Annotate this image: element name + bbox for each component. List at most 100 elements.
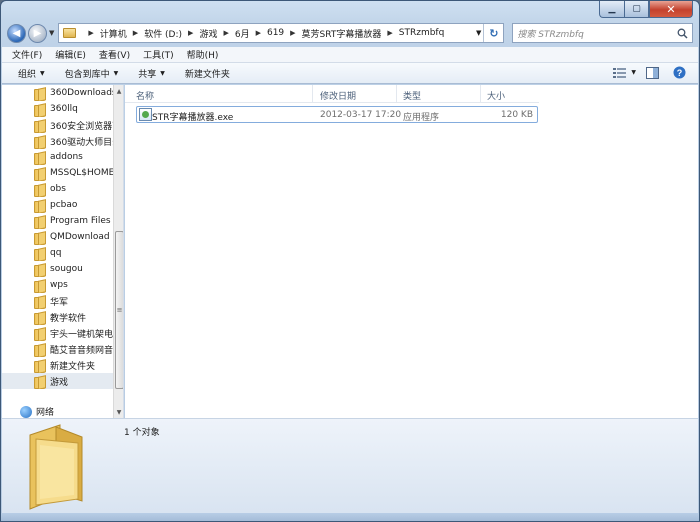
new-folder-button[interactable]: 新建文件夹 xyxy=(185,67,230,80)
folder-icon xyxy=(34,264,45,277)
sidebar-item-label: 酷艾音音频网音效 xyxy=(50,345,113,356)
folder-icon xyxy=(34,280,45,293)
share-label: 共享 xyxy=(138,69,157,80)
sidebar-item[interactable]: pcbao xyxy=(2,197,113,213)
sidebar-item-label: 教学软件 xyxy=(50,313,87,324)
menu-tools[interactable]: 工具(T) xyxy=(143,48,174,61)
folder-icon xyxy=(34,248,45,261)
column-header-row: 名称 修改日期 类型 大小 xyxy=(125,85,539,103)
search-input[interactable]: 搜索 STRzmbfq xyxy=(517,27,675,40)
sidebar-item[interactable]: 宇头一键机架电脑 xyxy=(2,325,113,341)
window-caption-buttons: ▁ ▢ ✕ xyxy=(599,1,693,18)
folder-icon xyxy=(34,200,45,213)
chevron-down-icon: ▼ xyxy=(40,69,45,77)
chevron-right-icon[interactable]: ▶ xyxy=(188,29,193,37)
folder-icon xyxy=(34,136,45,149)
sidebar-item-label: qq xyxy=(50,248,62,258)
breadcrumb-item[interactable]: 6月 xyxy=(235,27,250,40)
sidebar-item-network[interactable]: 网络 xyxy=(20,405,54,418)
sidebar-item-label: 宇头一键机架电脑 xyxy=(50,329,113,340)
sidebar-item[interactable]: MSSQL$HOME xyxy=(2,165,113,181)
chevron-right-icon[interactable]: ▶ xyxy=(256,29,261,37)
breadcrumb-item[interactable]: 莫芳SRT字幕播放器 xyxy=(302,27,382,40)
scrollbar-thumb[interactable]: ≡ xyxy=(115,231,123,389)
view-options-icon[interactable] xyxy=(613,67,627,78)
folder-icon xyxy=(34,216,45,229)
folder-icon xyxy=(34,168,45,181)
sidebar-item[interactable]: 酷艾音音频网音效 xyxy=(2,341,113,357)
chevron-right-icon[interactable]: ▶ xyxy=(88,29,93,37)
menu-view[interactable]: 查看(V) xyxy=(99,48,130,61)
close-button[interactable]: ✕ xyxy=(649,1,693,18)
include-in-library-button[interactable]: 包含到库中 ▼ xyxy=(65,67,119,80)
address-bar[interactable]: ▶ 计算机 ▶ 软件 (D:) ▶ 游戏 ▶ 6月 ▶ 619 ▶ 莫芳SRT字… xyxy=(58,23,505,43)
folder-icon xyxy=(63,28,77,38)
sidebar-item-selected[interactable]: 游戏 xyxy=(2,373,113,389)
column-type[interactable]: 类型 xyxy=(403,89,421,102)
forward-button[interactable]: ▶ xyxy=(28,23,47,43)
scroll-up-icon[interactable]: ▲ xyxy=(114,85,123,97)
breadcrumb-item[interactable]: STRzmbfq xyxy=(399,28,445,38)
sidebar-item[interactable]: 教学软件 xyxy=(2,309,113,325)
column-divider[interactable] xyxy=(312,85,313,103)
chevron-right-icon[interactable]: ▶ xyxy=(133,29,138,37)
file-row[interactable]: STR字幕播放器.exe 2012-03-17 17:20 应用程序 120 K… xyxy=(136,106,538,123)
sidebar-item[interactable]: 华军 xyxy=(2,293,113,309)
column-size[interactable]: 大小 xyxy=(487,89,505,102)
chevron-down-icon: ▼ xyxy=(160,69,165,77)
sidebar-item-label: pcbao xyxy=(50,200,78,210)
chevron-down-icon[interactable]: ▼ xyxy=(631,69,636,76)
breadcrumb-item[interactable]: 计算机 xyxy=(100,27,127,40)
maximize-button[interactable]: ▢ xyxy=(624,1,649,18)
breadcrumb-item[interactable]: 619 xyxy=(267,28,284,38)
sidebar-item-label: MSSQL$HOME xyxy=(50,168,113,178)
breadcrumb-item[interactable]: 软件 (D:) xyxy=(144,27,182,40)
file-type: 应用程序 xyxy=(403,113,440,123)
sidebar-item-label: 360Downloads xyxy=(50,88,113,98)
navigation-row: ◀ ▶ ▼ ▶ 计算机 ▶ 软件 (D:) ▶ 游戏 ▶ 6月 ▶ 619 ▶ … xyxy=(7,21,693,45)
folder-icon xyxy=(34,152,45,165)
menu-help[interactable]: 帮助(H) xyxy=(187,48,219,61)
scroll-down-icon[interactable]: ▼ xyxy=(114,406,123,418)
sidebar-item[interactable]: Program Files ( xyxy=(2,213,113,229)
refresh-icon[interactable]: ↻ xyxy=(483,24,503,42)
recent-pages-dropdown[interactable]: ▼ xyxy=(49,29,54,37)
sidebar-item[interactable]: 360安全浏览器下 xyxy=(2,117,113,133)
sidebar-item[interactable]: QMDownload xyxy=(2,229,113,245)
minimize-button[interactable]: ▁ xyxy=(599,1,624,18)
menu-file[interactable]: 文件(F) xyxy=(12,48,42,61)
sidebar-item[interactable]: 360驱动大师目录 xyxy=(2,133,113,149)
column-modified[interactable]: 修改日期 xyxy=(320,89,356,102)
sidebar-item[interactable]: addons xyxy=(2,149,113,165)
share-button[interactable]: 共享 ▼ xyxy=(138,67,165,80)
chevron-right-icon[interactable]: ▶ xyxy=(290,29,295,37)
preview-pane-icon[interactable] xyxy=(646,66,659,79)
column-divider[interactable] xyxy=(396,85,397,103)
chevron-down-icon[interactable]: ▼ xyxy=(476,29,481,37)
help-icon[interactable]: ? xyxy=(673,66,686,79)
chevron-right-icon[interactable]: ▶ xyxy=(223,29,228,37)
column-name[interactable]: 名称 xyxy=(136,89,154,102)
breadcrumb-item[interactable]: 游戏 xyxy=(199,27,217,40)
sidebar-item[interactable]: 新建文件夹 xyxy=(2,357,113,373)
sidebar-item[interactable]: wps xyxy=(2,277,113,293)
file-size: 120 KB xyxy=(500,110,533,120)
sidebar-item[interactable]: 360Downloads xyxy=(2,85,113,101)
chevron-right-icon[interactable]: ▶ xyxy=(387,29,392,37)
command-bar: 组织 ▼ 包含到库中 ▼ 共享 ▼ 新建文件夹 ▼ ? xyxy=(2,63,698,84)
network-icon xyxy=(20,405,32,418)
sidebar-item[interactable]: sougou xyxy=(2,261,113,277)
menu-edit[interactable]: 编辑(E) xyxy=(55,48,86,61)
folder-icon xyxy=(34,312,45,325)
search-icon[interactable] xyxy=(675,26,689,40)
back-button[interactable]: ◀ xyxy=(7,23,26,43)
sidebar-item[interactable]: 360llq xyxy=(2,101,113,117)
organize-button[interactable]: 组织 ▼ xyxy=(18,67,45,80)
column-divider[interactable] xyxy=(480,85,481,103)
folder-icon xyxy=(34,120,45,133)
sidebar-item[interactable]: qq xyxy=(2,245,113,261)
sidebar-item[interactable]: obs xyxy=(2,181,113,197)
sidebar-item-label: wps xyxy=(50,280,68,290)
search-box[interactable]: 搜索 STRzmbfq xyxy=(512,23,693,43)
sidebar-scrollbar[interactable]: ▲ ≡ ▼ xyxy=(113,85,123,418)
